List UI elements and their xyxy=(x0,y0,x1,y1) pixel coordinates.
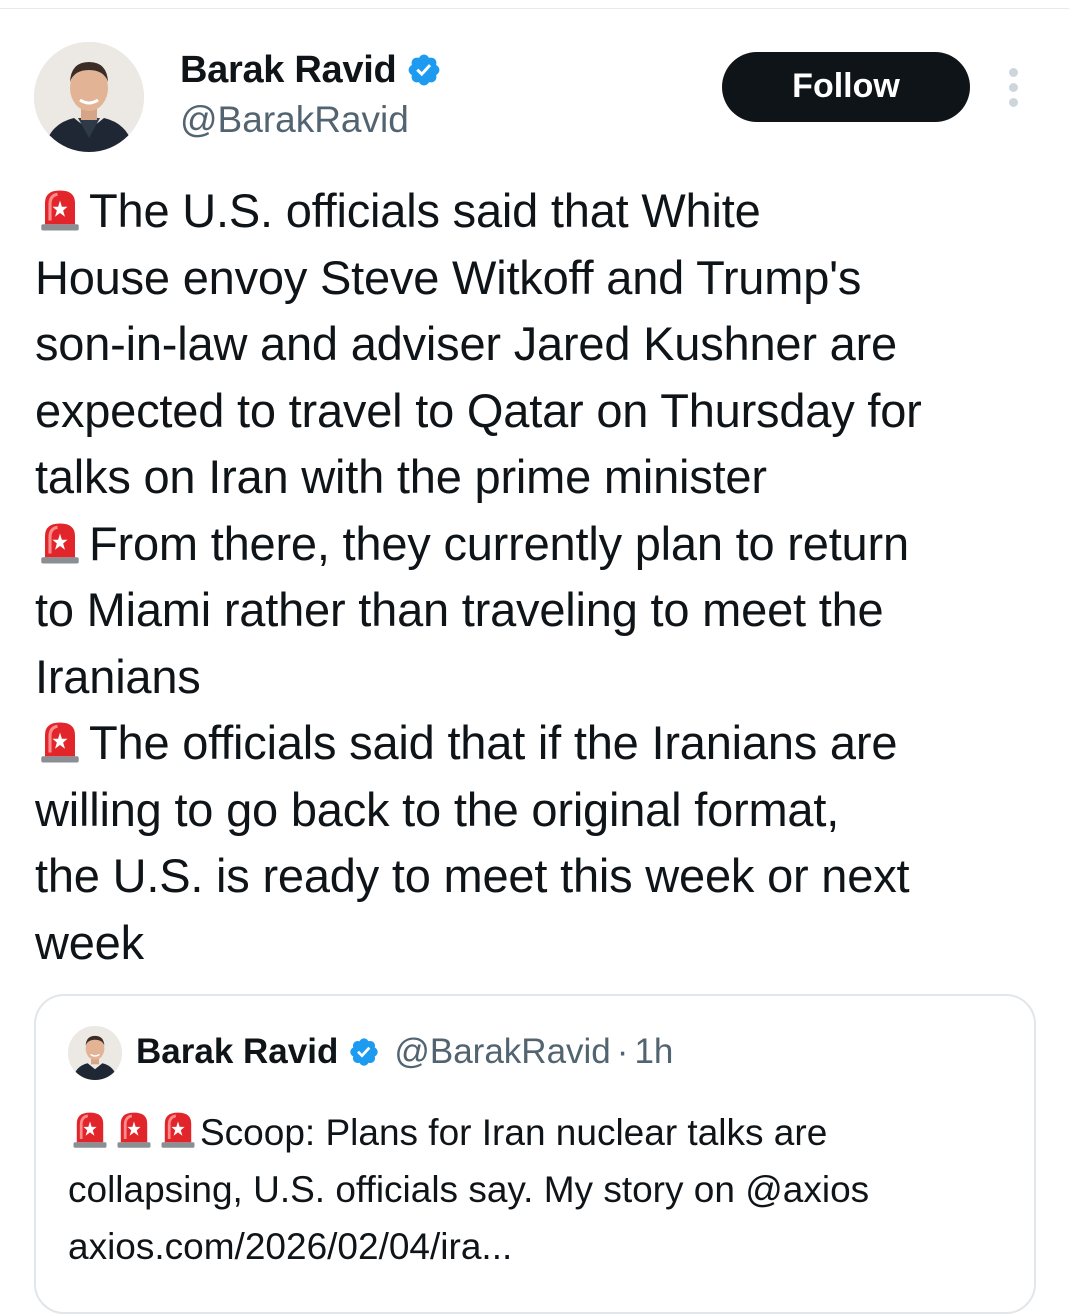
author-name[interactable]: Barak Ravid xyxy=(180,46,442,94)
tweet-line: son-in-law and adviser Jared Kushner are xyxy=(35,317,897,370)
quoted-timestamp[interactable]: 1h xyxy=(634,1030,673,1074)
siren-emoji-icon xyxy=(35,715,85,765)
quoted-line: Scoop: Plans for Iran nuclear talks are xyxy=(68,1104,1018,1161)
tweet-line: to Miami rather than traveling to meet t… xyxy=(35,583,884,636)
tweet-line: the U.S. is ready to meet this week or n… xyxy=(35,849,910,902)
more-vertical-icon[interactable] xyxy=(1000,66,1028,110)
siren-emoji-icon xyxy=(35,183,85,233)
tweet-line: expected to travel to Qatar on Thursday … xyxy=(35,383,922,437)
follow-button[interactable]: Follow xyxy=(722,52,970,122)
author-handle[interactable]: @BarakRavid xyxy=(180,96,409,144)
tweet-line: week xyxy=(35,915,144,969)
author-avatar[interactable] xyxy=(34,42,144,152)
tweet-line-text: The officials said that if the Iranians … xyxy=(89,716,898,769)
siren-emoji-icon xyxy=(35,516,85,566)
tweet-line: Iranians xyxy=(35,649,201,703)
profile-photo xyxy=(68,1026,122,1080)
tweet-line: House envoy Steve Witkoff and Trump's xyxy=(35,250,862,304)
tweet-line: The U.S. officials said that White xyxy=(35,178,1045,245)
profile-photo xyxy=(34,42,144,152)
verified-badge-icon xyxy=(406,52,442,88)
quoted-line-text: Scoop: Plans for Iran nuclear talks are xyxy=(200,1112,828,1153)
siren-emoji-icon xyxy=(68,1106,112,1150)
tweet-line-text: From there, they currently plan to retur… xyxy=(89,516,909,570)
tweet-line: talks on Iran with the prime minister xyxy=(35,450,767,503)
quoted-tweet-card[interactable]: Barak Ravid @BarakRavid · 1h Scoop: Plan… xyxy=(34,994,1036,1314)
tweet-line: willing to go back to the original forma… xyxy=(35,782,840,836)
siren-emoji-icon xyxy=(112,1106,156,1150)
quoted-author-name[interactable]: Barak Ravid xyxy=(136,1030,338,1074)
top-divider xyxy=(0,8,1069,9)
tweet-line: From there, they currently plan to retur… xyxy=(35,511,1045,578)
quoted-author-row: Barak Ravid @BarakRavid · 1h xyxy=(136,1030,673,1074)
quoted-tweet-text: Scoop: Plans for Iran nuclear talks are … xyxy=(68,1104,1018,1275)
tweet-line-text: The U.S. officials said that White xyxy=(89,184,761,237)
quoted-link[interactable]: axios.com/2026/02/04/ira... xyxy=(68,1218,1018,1275)
verified-badge-icon xyxy=(348,1036,380,1068)
author-name-text: Barak Ravid xyxy=(180,49,397,91)
quoted-separator: · xyxy=(616,1032,629,1071)
quoted-line: collapsing, U.S. officials say. My story… xyxy=(68,1169,870,1210)
quoted-author-handle[interactable]: @BarakRavid xyxy=(394,1030,610,1074)
tweet-text: The U.S. officials said that White House… xyxy=(35,178,1045,976)
quoted-author-avatar[interactable] xyxy=(68,1026,122,1080)
siren-emoji-icon xyxy=(156,1106,200,1150)
tweet-line: The officials said that if the Iranians … xyxy=(35,710,1045,777)
